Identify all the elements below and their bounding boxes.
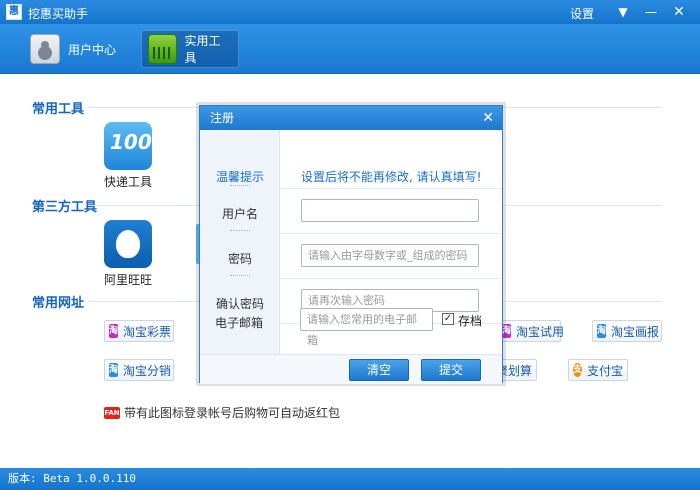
tip-text: 设置后将不能再修改, 请认真填写! xyxy=(301,170,482,184)
site-link-label: 支付宝 xyxy=(587,363,624,378)
cashback-notice: FAN 带有此图标登录帐号后购物可自动返红包 xyxy=(104,404,340,421)
email-field[interactable]: 请输入您常用的电子邮箱 xyxy=(300,308,433,347)
tab-user-center[interactable]: 用户中心 xyxy=(24,30,136,68)
taobao-icon: 淘 xyxy=(109,363,119,377)
dialog-footer: 清空 提交 xyxy=(200,354,502,384)
basket-icon xyxy=(148,34,177,64)
password-label: 密码 xyxy=(227,252,252,266)
cashback-notice-text: 带有此图标登录帐号后购物可自动返红包 xyxy=(124,406,341,420)
status-bar: 版本: Beta 1.0.0.110 xyxy=(0,468,700,490)
tip-label: 温馨提示 xyxy=(215,170,264,184)
tab-label: 实用工具 xyxy=(184,34,221,65)
kuaidi-icon: 100 xyxy=(104,122,152,170)
label-separator xyxy=(230,230,250,231)
label-separator xyxy=(230,275,250,276)
row-divider xyxy=(280,278,502,279)
label-separator xyxy=(230,185,250,186)
app-logo-icon: 惠 xyxy=(6,4,22,20)
site-link-label: 淘宝彩票 xyxy=(123,324,172,339)
dialog-title: 注册 xyxy=(210,111,235,125)
site-link-label: 淘宝分销 xyxy=(123,363,172,378)
taobao-icon: 淘 xyxy=(597,324,607,338)
close-button[interactable]: ✕ xyxy=(668,3,690,21)
submit-button[interactable]: 提交 xyxy=(421,359,481,381)
row-divider xyxy=(280,188,502,189)
tool-label: 阿里旺旺 xyxy=(103,273,152,287)
confirm-password-label: 确认密码 xyxy=(215,297,264,311)
username-field[interactable] xyxy=(301,199,479,222)
dropdown-icon[interactable]: ▼ xyxy=(612,3,634,21)
site-link-taobao-huabao[interactable]: 淘 淘宝画报 xyxy=(592,320,662,342)
app-title: 挖惠买助手 xyxy=(28,7,89,21)
nav-bar: 用户中心 实用工具 xyxy=(0,24,700,74)
site-link-label: 淘宝试用 xyxy=(516,324,565,339)
settings-button[interactable]: 设置 xyxy=(570,5,594,22)
password-field[interactable]: 请输入由字母数字或_组成的密码 xyxy=(301,244,479,267)
title-bar: 惠 挖惠买助手 设置 ▼ — ✕ xyxy=(0,0,700,24)
site-link-label: 淘宝画报 xyxy=(611,324,660,339)
wangwang-icon xyxy=(104,220,152,268)
dialog-titlebar: 注册 ✕ xyxy=(200,106,502,130)
clear-button[interactable]: 清空 xyxy=(349,359,409,381)
site-link-alipay[interactable]: 支 支付宝 xyxy=(568,359,628,381)
register-dialog: 注册 ✕ 温馨提示 用户名 密码 确认密码 设置后将不能再修改, 请认真填写! … xyxy=(199,105,503,384)
alipay-icon: 支 xyxy=(573,363,583,377)
save-checkbox[interactable]: ✓ xyxy=(442,313,454,325)
tool-label: 快递工具 xyxy=(103,175,152,189)
site-link-taobao-shiyong[interactable]: 淘 淘宝试用 xyxy=(497,320,565,342)
site-link-taobao-fenxiao[interactable]: 淘 淘宝分销 xyxy=(104,359,174,381)
tab-useful-tools[interactable]: 实用工具 xyxy=(141,30,239,68)
email-label: 电子邮箱 xyxy=(214,316,263,330)
minimize-button[interactable]: — xyxy=(640,3,662,21)
row-divider xyxy=(280,233,502,234)
fan-badge-icon: FAN xyxy=(104,406,120,419)
tab-label: 用户中心 xyxy=(68,42,117,57)
site-link-taobao-caipiao[interactable]: 淘 淘宝彩票 xyxy=(104,320,174,342)
save-checkbox-label: 存档 xyxy=(458,314,483,328)
section-title-common-sites: 常用网址 xyxy=(32,296,85,311)
taobao-icon: 淘 xyxy=(109,324,119,338)
kuaidi-icon-text: 100 xyxy=(110,130,152,154)
dialog-close-icon[interactable]: ✕ xyxy=(482,106,494,130)
tool-aliwangwang[interactable]: 阿里旺旺 xyxy=(100,220,156,288)
address-book-icon xyxy=(30,34,60,64)
username-label: 用户名 xyxy=(221,207,258,221)
section-title-common-tools: 常用工具 xyxy=(32,102,85,117)
tool-kuaidi[interactable]: 100 快递工具 xyxy=(100,122,156,190)
